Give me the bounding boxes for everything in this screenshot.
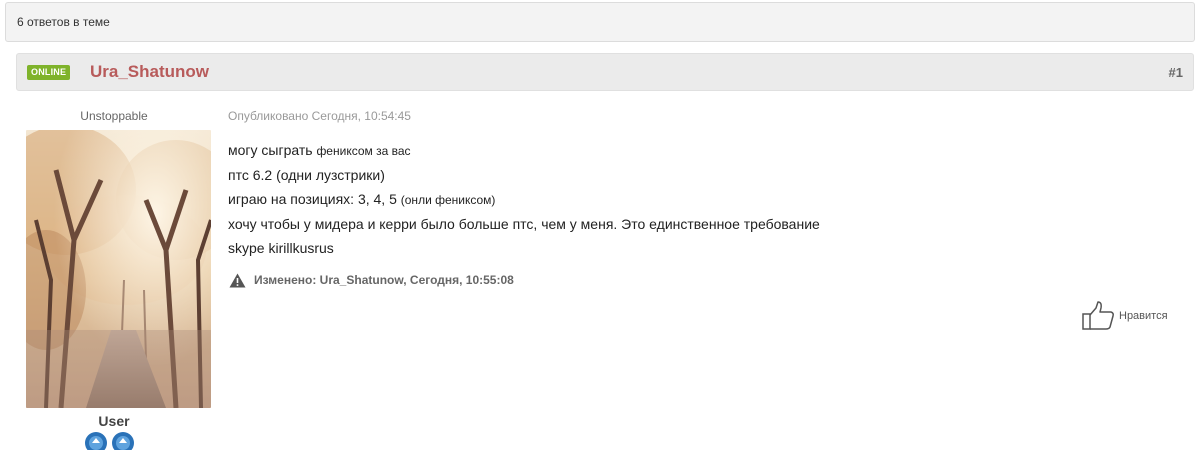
rank-badge-icon xyxy=(112,432,134,454)
user-group: User xyxy=(98,413,130,429)
edited-text: Изменено: Ura_Shatunow, Сегодня, 10:55:0… xyxy=(254,273,514,287)
replies-count: 6 ответов в теме xyxy=(17,15,110,29)
like-label: Нравится xyxy=(1119,310,1168,322)
post-line: skype kirillkusrus xyxy=(228,240,334,256)
avatar[interactable] xyxy=(26,130,211,408)
user-title: Unstoppable xyxy=(80,109,148,123)
post-line: играю на позициях: 3, 4, 5 (онли фениксо… xyxy=(228,191,496,207)
post-number-link[interactable]: #1 xyxy=(1169,65,1183,80)
post-line: птс 6.2 (одни лузстрики) xyxy=(228,167,385,183)
thumbs-up-icon xyxy=(1082,301,1114,330)
rank-badge-icon xyxy=(85,432,107,454)
edited-note: Изменено: Ura_Shatunow, Сегодня, 10:55:0… xyxy=(229,272,514,288)
post-header: ONLINE Ura_Shatunow #1 xyxy=(16,53,1194,91)
warning-icon xyxy=(229,273,246,287)
author-name-link[interactable]: Ura_Shatunow xyxy=(90,62,209,82)
post-line: могу сыграть фениксом за вас xyxy=(228,142,411,158)
rank-icons xyxy=(83,430,143,454)
online-status-badge: ONLINE xyxy=(27,65,71,80)
like-button[interactable]: Нравится xyxy=(1082,301,1168,331)
avatar-image xyxy=(26,130,211,408)
topic-replies-bar: 6 ответов в теме xyxy=(5,2,1195,42)
post-date: Опубликовано Сегодня, 10:54:45 xyxy=(228,109,411,123)
post-line: хочу чтобы у мидера и керри было больше … xyxy=(228,216,820,232)
post-content: могу сыграть фениксом за вас птс 6.2 (од… xyxy=(228,138,1128,260)
